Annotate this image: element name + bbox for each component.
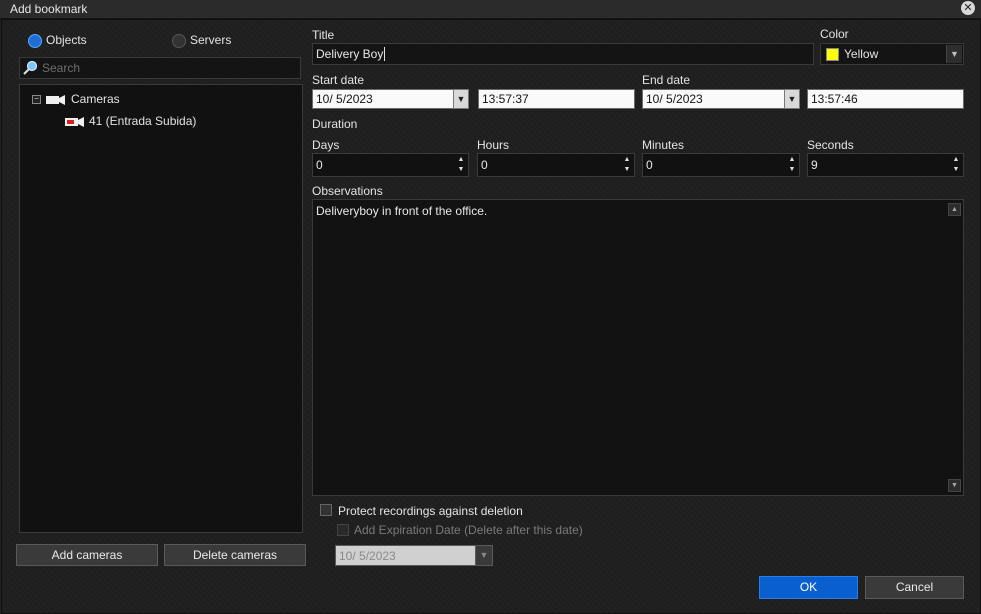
spinner-arrows-icon[interactable]: ▲ ▼ bbox=[786, 155, 798, 175]
days-label: Days bbox=[312, 138, 340, 152]
add-cameras-button[interactable]: Add cameras bbox=[16, 544, 158, 566]
spinner-arrows-icon[interactable]: ▲ ▼ bbox=[950, 155, 962, 175]
title-input[interactable]: Delivery Boy bbox=[312, 43, 814, 65]
seconds-label: Seconds bbox=[807, 138, 854, 152]
tree-root-label[interactable]: Cameras bbox=[71, 92, 120, 106]
minutes-label: Minutes bbox=[642, 138, 685, 152]
camera-item-icon bbox=[65, 117, 84, 127]
end-date-dropdown-icon[interactable]: ▼ bbox=[784, 89, 800, 109]
color-value: Yellow bbox=[844, 47, 879, 61]
search-box[interactable]: Search bbox=[19, 57, 301, 79]
days-value: 0 bbox=[316, 158, 323, 172]
color-label: Color bbox=[820, 27, 849, 41]
seconds-value: 9 bbox=[811, 158, 818, 172]
protect-label[interactable]: Protect recordings against deletion bbox=[338, 504, 523, 518]
radio-servers-label[interactable]: Servers bbox=[190, 33, 231, 47]
start-time-input[interactable]: 13:57:37 bbox=[478, 89, 635, 109]
days-spinner[interactable]: 0 ▲ ▼ bbox=[312, 153, 469, 177]
tree-item-camera[interactable]: 41 (Entrada Subida) bbox=[89, 114, 196, 128]
protect-checkbox[interactable] bbox=[320, 504, 332, 516]
ok-button[interactable]: OK bbox=[759, 576, 858, 599]
bookmark-dialog: Objects Servers Search − Cameras 41 (Ent… bbox=[1, 19, 981, 614]
observations-label: Observations bbox=[312, 184, 383, 198]
close-icon[interactable]: ✕ bbox=[961, 1, 975, 15]
collapse-toggle[interactable]: − bbox=[32, 95, 41, 104]
minutes-spinner[interactable]: 0 ▲ ▼ bbox=[642, 153, 800, 177]
search-placeholder: Search bbox=[42, 61, 81, 75]
radio-servers[interactable] bbox=[172, 34, 186, 48]
end-time-input[interactable]: 13:57:46 bbox=[807, 89, 964, 109]
expiration-dropdown-icon[interactable]: ▼ bbox=[475, 546, 492, 565]
window-title: Add bookmark bbox=[10, 2, 88, 16]
expiration-checkbox[interactable] bbox=[337, 524, 349, 536]
chevron-down-icon[interactable]: ▼ bbox=[946, 45, 962, 63]
spinner-arrows-icon[interactable]: ▲ ▼ bbox=[455, 155, 467, 175]
color-swatch bbox=[826, 48, 839, 61]
scroll-up-icon[interactable]: ▲ bbox=[948, 203, 961, 216]
radio-objects-label[interactable]: Objects bbox=[46, 33, 87, 47]
cancel-button[interactable]: Cancel bbox=[865, 576, 964, 599]
observations-text: Deliveryboy in front of the office. bbox=[316, 204, 488, 218]
duration-label: Duration bbox=[312, 117, 358, 131]
minutes-value: 0 bbox=[646, 158, 653, 172]
hours-label: Hours bbox=[477, 138, 510, 152]
title-bar: Add bookmark ✕ bbox=[0, 0, 981, 19]
start-date-label: Start date bbox=[312, 73, 365, 87]
expiration-date-value: 10/ 5/2023 bbox=[339, 549, 396, 563]
camera-tree[interactable]: − Cameras 41 (Entrada Subida) bbox=[19, 84, 303, 533]
camera-icon bbox=[46, 95, 65, 105]
start-date-dropdown-icon[interactable]: ▼ bbox=[453, 89, 469, 109]
spinner-arrows-icon[interactable]: ▲ ▼ bbox=[621, 155, 633, 175]
expiration-date-input[interactable]: 10/ 5/2023 ▼ bbox=[335, 545, 493, 566]
observations-textarea[interactable]: Deliveryboy in front of the office. ▲ ▼ bbox=[312, 199, 964, 496]
scroll-down-icon[interactable]: ▼ bbox=[948, 479, 961, 492]
color-select[interactable]: Yellow ▼ bbox=[820, 43, 964, 65]
title-label: Title bbox=[312, 28, 335, 42]
start-date-input[interactable]: 10/ 5/2023 bbox=[312, 89, 469, 109]
hours-value: 0 bbox=[481, 158, 488, 172]
delete-cameras-button[interactable]: Delete cameras bbox=[164, 544, 306, 566]
search-icon bbox=[23, 60, 38, 75]
end-date-input[interactable]: 10/ 5/2023 bbox=[642, 89, 800, 109]
seconds-spinner[interactable]: 9 ▲ ▼ bbox=[807, 153, 964, 177]
hours-spinner[interactable]: 0 ▲ ▼ bbox=[477, 153, 635, 177]
end-date-label: End date bbox=[642, 73, 691, 87]
title-value: Delivery Boy bbox=[316, 47, 384, 61]
radio-objects[interactable] bbox=[28, 34, 42, 48]
expiration-label: Add Expiration Date (Delete after this d… bbox=[354, 523, 583, 537]
